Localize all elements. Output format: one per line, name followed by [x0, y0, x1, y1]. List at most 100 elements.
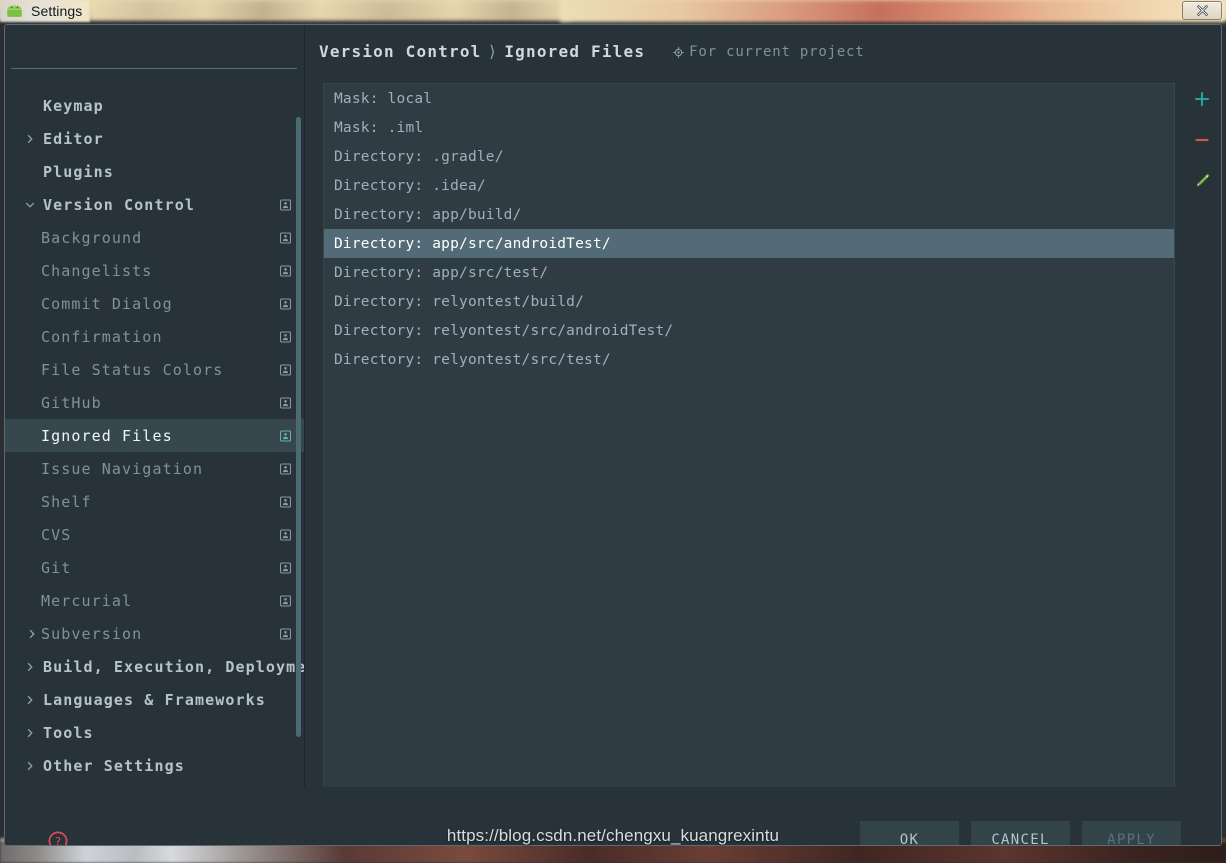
- footer-button-group: OK CANCEL APPLY: [860, 821, 1181, 845]
- sidebar-item-languages-frameworks[interactable]: Languages & Frameworks: [5, 683, 305, 716]
- list-item[interactable]: Directory: relyontest/src/test/: [324, 345, 1174, 374]
- project-settings-badge-icon: [280, 364, 291, 375]
- sidebar-item-file-status-colors[interactable]: File Status Colors: [5, 353, 305, 386]
- settings-dialog: Keymap Editor Plugins Version Control Backgr…: [4, 24, 1222, 846]
- list-item-label: Directory: relyontest/src/androidTest/: [334, 322, 674, 339]
- sidebar-item-label: Languages & Frameworks: [43, 690, 266, 709]
- sidebar-item-changelists[interactable]: Changelists: [5, 254, 305, 287]
- sidebar-item-build-execution-deploymen[interactable]: Build, Execution, Deploymen: [5, 650, 305, 683]
- list-item[interactable]: Directory: .gradle/: [324, 142, 1174, 171]
- sidebar-item-label: Plugins: [43, 162, 114, 181]
- sidebar-item-label: Background: [41, 228, 143, 247]
- list-item[interactable]: Directory: app/src/androidTest/: [324, 229, 1174, 258]
- sidebar-item-other-settings[interactable]: Other Settings: [5, 749, 305, 782]
- svg-text:?: ?: [55, 834, 61, 846]
- sidebar-item-label: Tools: [43, 723, 94, 742]
- edit-button[interactable]: [1190, 169, 1214, 193]
- sidebar-item-commit-dialog[interactable]: Commit Dialog: [5, 287, 305, 320]
- breadcrumb: Version Control ⟩ Ignored Files For curr…: [319, 42, 865, 61]
- backdrop-taskbar: [0, 843, 1226, 863]
- sidebar-item-label: Commit Dialog: [41, 294, 173, 313]
- chevron-right-icon[interactable]: [23, 629, 41, 639]
- sidebar-item-label: GitHub: [41, 393, 102, 412]
- sidebar-item-label: CVS: [41, 525, 72, 544]
- list-item-label: Directory: .gradle/: [334, 148, 504, 165]
- project-settings-badge-icon: [280, 496, 291, 507]
- apply-button[interactable]: APPLY: [1082, 821, 1181, 845]
- breadcrumb-separator: ⟩: [487, 42, 499, 61]
- list-item-label: Directory: relyontest/build/: [334, 293, 585, 310]
- sidebar-item-label: Build, Execution, Deploymen: [43, 657, 305, 676]
- sidebar-scrollbar[interactable]: [296, 89, 301, 787]
- list-item[interactable]: Directory: .idea/: [324, 171, 1174, 200]
- settings-sidebar: Keymap Editor Plugins Version Control Backgr…: [5, 25, 305, 787]
- chevron-right-icon[interactable]: [21, 761, 39, 771]
- sidebar-item-git[interactable]: Git: [5, 551, 305, 584]
- search-input[interactable]: [11, 39, 297, 69]
- sidebar-item-label: Other Settings: [43, 756, 185, 775]
- ok-button[interactable]: OK: [860, 821, 959, 845]
- project-settings-badge-icon: [280, 628, 291, 639]
- sidebar-item-cvs[interactable]: CVS: [5, 518, 305, 551]
- sidebar-item-label: Ignored Files: [41, 426, 173, 445]
- android-icon: [7, 5, 22, 17]
- sidebar-item-plugins[interactable]: Plugins: [5, 155, 305, 188]
- dialog-footer: ? OK CANCEL APPLY: [5, 787, 1221, 846]
- list-item[interactable]: Mask: local: [324, 84, 1174, 113]
- list-item[interactable]: Directory: relyontest/src/androidTest/: [324, 316, 1174, 345]
- list-item[interactable]: Mask: .iml: [324, 113, 1174, 142]
- window-title: Settings: [31, 3, 83, 19]
- breadcrumb-root[interactable]: Version Control: [319, 42, 482, 61]
- project-settings-badge-icon: [280, 199, 291, 210]
- sidebar-item-mercurial[interactable]: Mercurial: [5, 584, 305, 617]
- sidebar-item-tools[interactable]: Tools: [5, 716, 305, 749]
- list-item-label: Directory: relyontest/src/test/: [334, 351, 611, 368]
- project-settings-badge-icon: [280, 232, 291, 243]
- project-settings-badge-icon: [280, 529, 291, 540]
- sidebar-item-label: Version Control: [43, 195, 195, 214]
- scope-indicator: For current project: [673, 44, 864, 60]
- sidebar-item-label: Keymap: [43, 96, 104, 115]
- remove-button[interactable]: [1190, 128, 1214, 152]
- cancel-button[interactable]: CANCEL: [971, 821, 1070, 845]
- sidebar-item-subversion[interactable]: Subversion: [5, 617, 305, 650]
- list-item-label: Directory: app/src/androidTest/: [334, 235, 611, 252]
- sidebar-item-issue-navigation[interactable]: Issue Navigation: [5, 452, 305, 485]
- chevron-right-icon[interactable]: [21, 134, 39, 144]
- list-item[interactable]: Directory: app/build/: [324, 200, 1174, 229]
- sidebar-item-shelf[interactable]: Shelf: [5, 485, 305, 518]
- sidebar-item-version-control[interactable]: Version Control: [5, 188, 305, 221]
- sidebar-item-label: Confirmation: [41, 327, 163, 346]
- project-settings-badge-icon: [280, 562, 291, 573]
- chevron-right-icon[interactable]: [21, 728, 39, 738]
- sidebar-item-keymap[interactable]: Keymap: [5, 89, 305, 122]
- sidebar-item-confirmation[interactable]: Confirmation: [5, 320, 305, 353]
- sidebar-item-github[interactable]: GitHub: [5, 386, 305, 419]
- sidebar-item-label: Mercurial: [41, 591, 133, 610]
- chevron-right-icon[interactable]: [21, 695, 39, 705]
- chevron-down-icon[interactable]: [21, 200, 39, 210]
- project-settings-badge-icon: [280, 331, 291, 342]
- sidebar-item-label: Changelists: [41, 261, 153, 280]
- project-settings-badge-icon: [280, 397, 291, 408]
- sidebar-item-background[interactable]: Background: [5, 221, 305, 254]
- list-item[interactable]: Directory: app/src/test/: [324, 258, 1174, 287]
- project-settings-badge-icon: [280, 463, 291, 474]
- sidebar-scrollbar-thumb[interactable]: [296, 117, 301, 737]
- help-icon[interactable]: ?: [45, 828, 71, 846]
- sidebar-item-label: Git: [41, 558, 72, 577]
- project-settings-badge-icon: [280, 265, 291, 276]
- list-item[interactable]: Directory: relyontest/build/: [324, 287, 1174, 316]
- sidebar-item-ignored-files[interactable]: Ignored Files: [5, 419, 305, 452]
- window-title-group: Settings: [6, 1, 82, 21]
- sidebar-item-label: Issue Navigation: [41, 459, 204, 478]
- close-icon[interactable]: [1182, 1, 1222, 20]
- ignored-files-list[interactable]: Mask: local Mask: .iml Directory: .gradle/…: [323, 83, 1175, 789]
- sidebar-item-editor[interactable]: Editor: [5, 122, 305, 155]
- scope-label: For current project: [689, 43, 865, 60]
- sidebar-item-label: Shelf: [41, 492, 92, 511]
- sidebar-item-label: Editor: [43, 129, 104, 148]
- chevron-right-icon[interactable]: [21, 662, 39, 672]
- add-button[interactable]: [1190, 87, 1214, 111]
- sidebar-item-label: File Status Colors: [41, 360, 224, 379]
